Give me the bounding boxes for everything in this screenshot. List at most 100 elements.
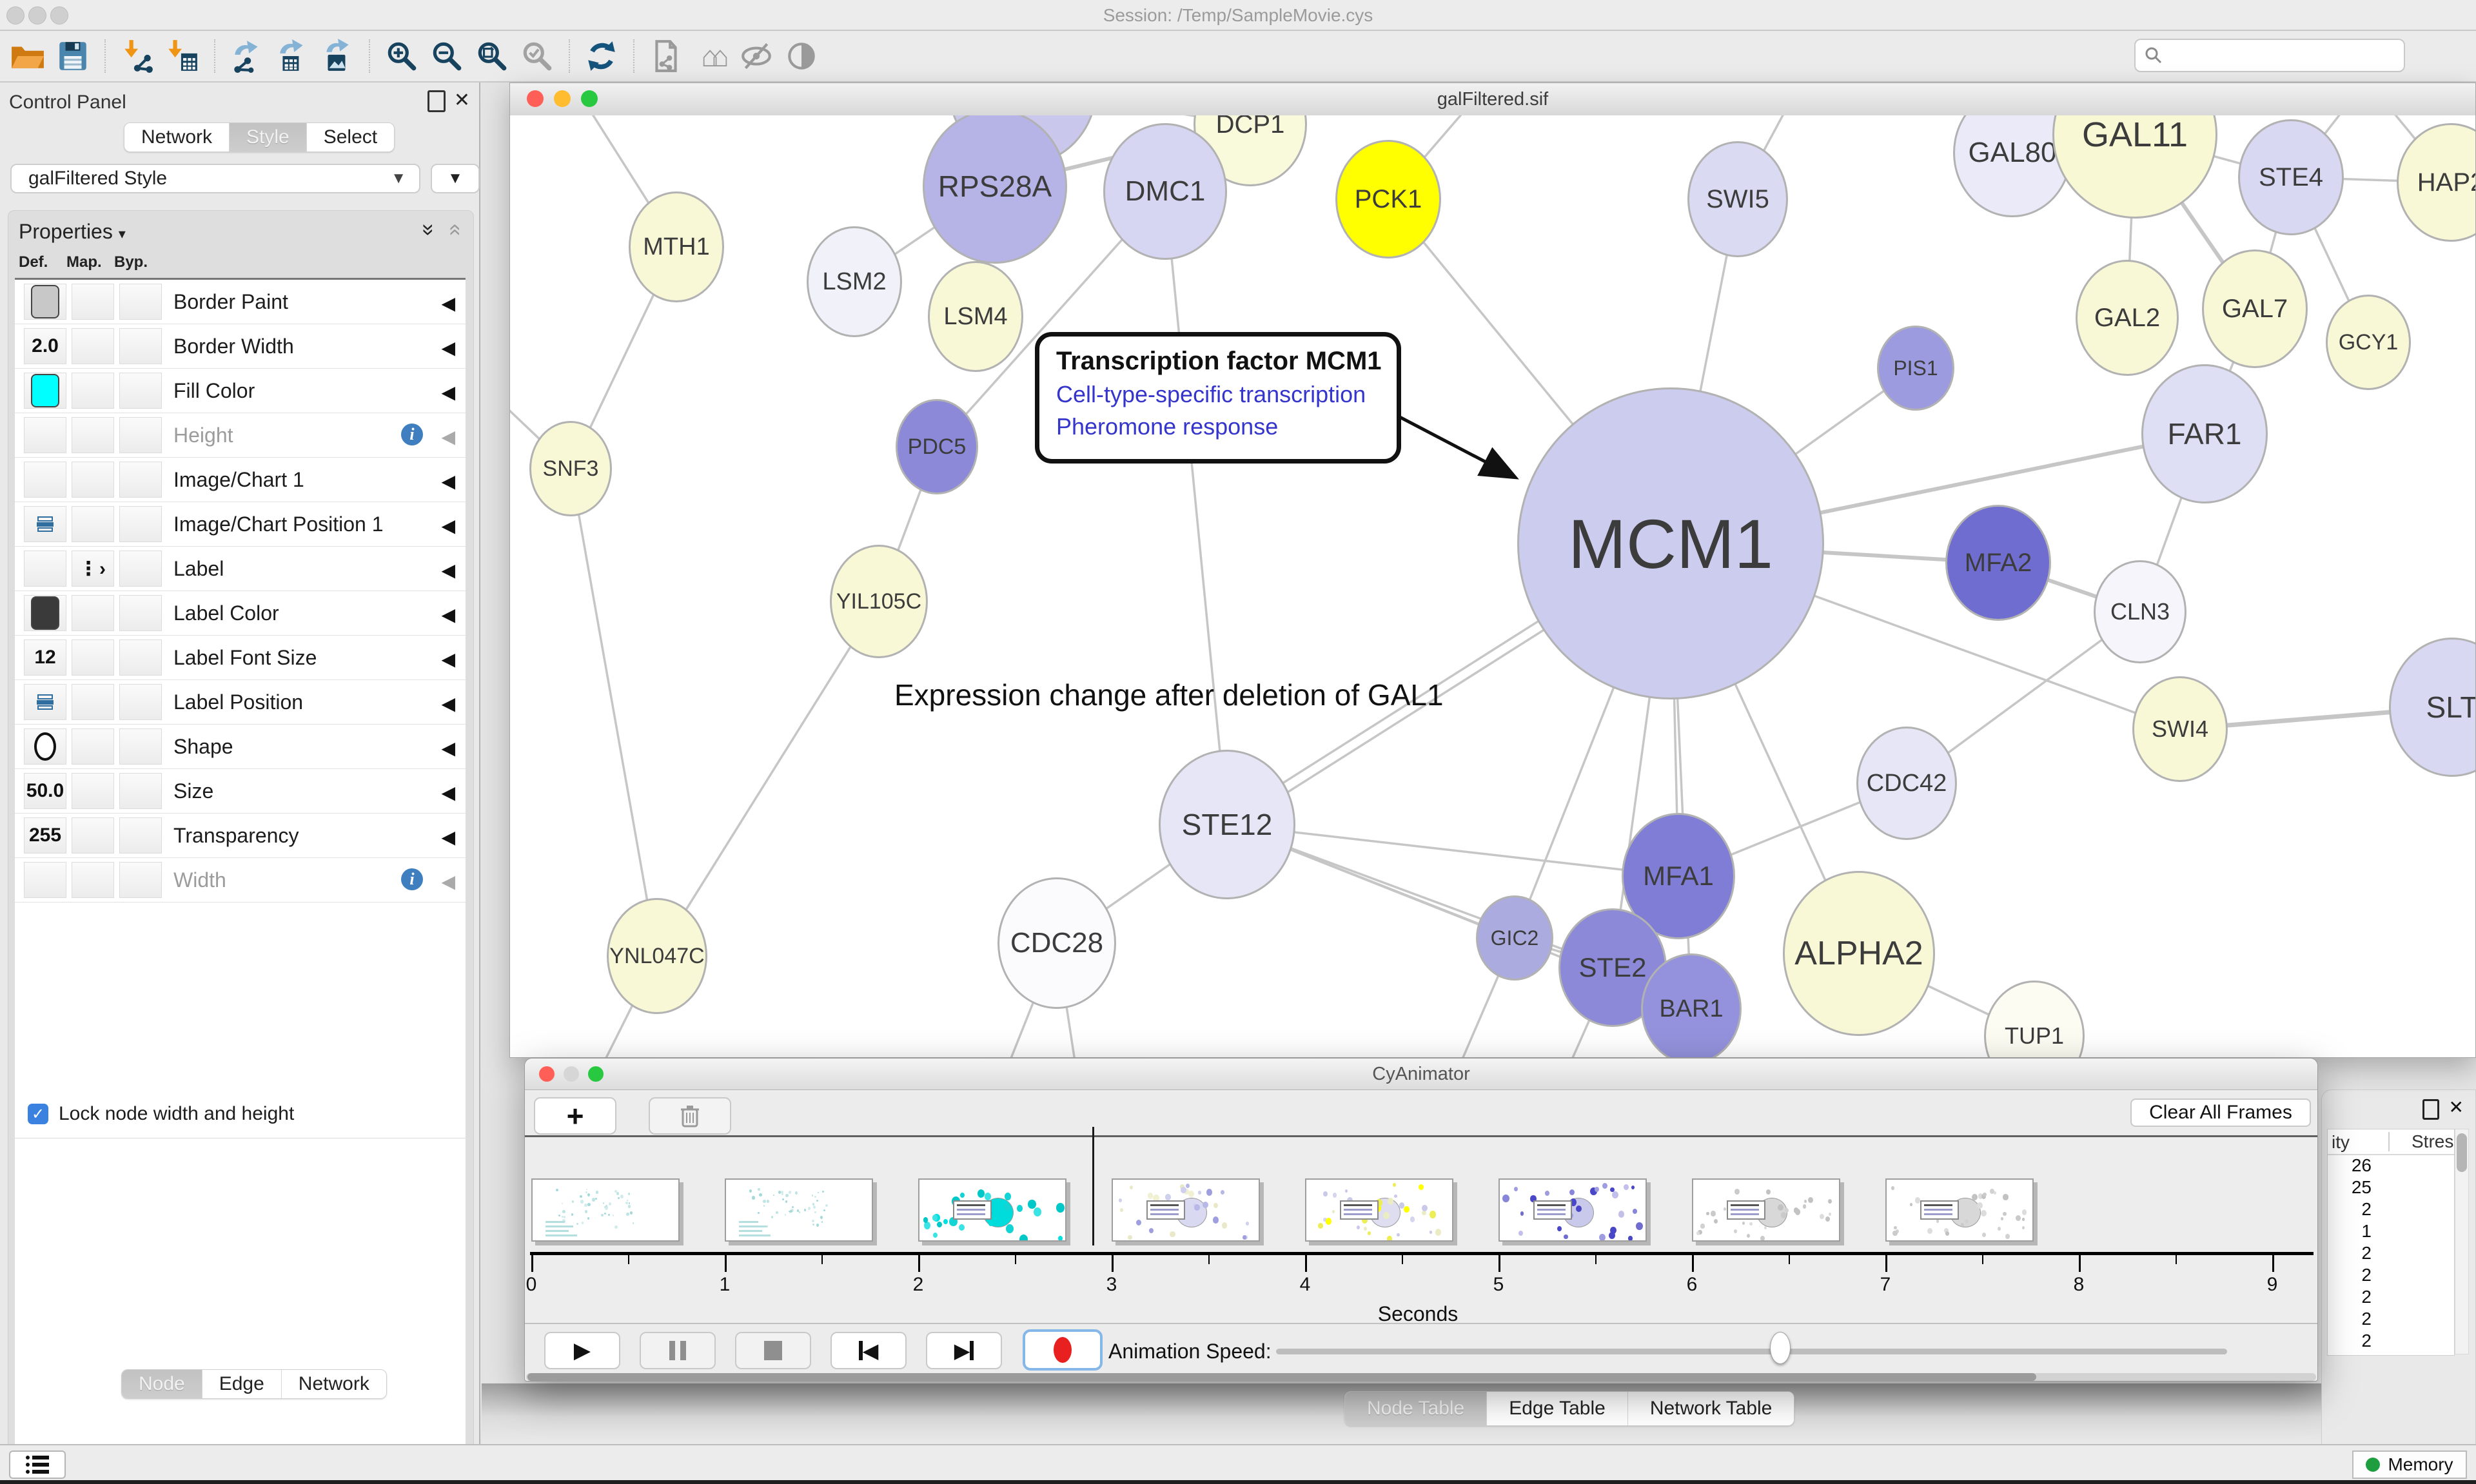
tab-network-table[interactable]: Network Table [1627, 1392, 1794, 1425]
zoom-in-icon[interactable] [383, 37, 420, 75]
property-row-image-chart-1[interactable]: Image/Chart 1◀ [15, 458, 466, 502]
default-cell[interactable] [24, 506, 66, 542]
table-scrollbar[interactable] [2455, 1129, 2469, 1354]
bypass-cell[interactable] [119, 373, 162, 409]
property-row-transparency[interactable]: 255Transparency◀ [15, 814, 466, 858]
style-selector[interactable]: galFiltered Style ▼ [10, 164, 420, 193]
cyanimator-titlebar[interactable]: CyAnimator [525, 1059, 2317, 1090]
default-cell[interactable]: 2.0 [24, 328, 66, 364]
mapping-cell[interactable] [72, 506, 114, 542]
expand-row-icon[interactable]: ◀ [441, 293, 455, 314]
contrast-icon[interactable] [783, 37, 820, 75]
frame-thumbnail-2[interactable] [918, 1178, 1066, 1242]
default-cell[interactable]: 50.0 [24, 773, 66, 809]
stop-button[interactable] [735, 1332, 811, 1369]
network-node-BAR1[interactable]: BAR1 [1641, 953, 1742, 1057]
expand-row-icon[interactable]: ◀ [441, 426, 455, 447]
task-history-button[interactable] [9, 1450, 66, 1479]
network-node-LSM2[interactable]: LSM2 [807, 226, 902, 337]
table-row[interactable]: 1 [2328, 1221, 2454, 1243]
animator-timeline[interactable]: 0123456789 Seconds [525, 1137, 2317, 1323]
add-frame-button[interactable]: + [534, 1097, 616, 1135]
network-node-TUP1[interactable]: TUP1 [1984, 981, 2085, 1057]
bypass-cell[interactable] [119, 684, 162, 720]
network-node-GAL11[interactable]: GAL11 [2052, 115, 2217, 219]
mapping-cell[interactable] [72, 462, 114, 498]
default-cell[interactable]: 255 [24, 817, 66, 854]
mapping-cell[interactable] [72, 862, 114, 898]
expand-row-icon[interactable]: ◀ [441, 737, 455, 759]
network-node-CDC28[interactable]: CDC28 [997, 877, 1116, 1009]
refresh-icon[interactable] [583, 37, 620, 75]
hide-details-icon[interactable] [738, 37, 775, 75]
collapse-all-icon[interactable]: » [416, 224, 441, 236]
info-icon[interactable]: i [401, 868, 423, 890]
bypass-cell[interactable] [119, 773, 162, 809]
annotation-link[interactable]: Pheromone response [1056, 413, 1390, 440]
table-row[interactable]: 2 [2328, 1331, 2454, 1352]
tab-node[interactable]: Node [122, 1370, 202, 1398]
table-row[interactable]: 2 [2328, 1265, 2454, 1287]
bundle-icon[interactable]: ⌂⌂ [693, 37, 730, 75]
default-cell[interactable] [24, 462, 66, 498]
mapping-cell[interactable] [72, 773, 114, 809]
default-cell[interactable]: 12 [24, 639, 66, 676]
property-row-shape[interactable]: Shape◀ [15, 725, 466, 769]
expand-row-icon[interactable]: ◀ [441, 337, 455, 358]
network-node-ALPHA2[interactable]: ALPHA2 [1783, 871, 1935, 1036]
bypass-cell[interactable] [119, 462, 162, 498]
property-row-label-color[interactable]: Label Color◀ [15, 591, 466, 636]
properties-header[interactable]: Properties ▾ [19, 220, 126, 244]
property-row-width[interactable]: Widthi◀ [15, 858, 466, 903]
frame-thumbnail-4[interactable] [1305, 1178, 1453, 1242]
frame-thumbnail-3[interactable] [1112, 1178, 1260, 1242]
mapping-cell[interactable]: ⋮› [72, 551, 114, 587]
network-node-YNL047C[interactable]: YNL047C [607, 898, 707, 1014]
property-row-label-position[interactable]: Label Position◀ [15, 680, 466, 725]
network-node-DMC1[interactable]: DMC1 [1103, 123, 1227, 260]
property-row-height[interactable]: Heighti◀ [15, 413, 466, 458]
expand-row-icon[interactable]: ◀ [441, 560, 455, 581]
close-panel-icon[interactable]: ✕ [454, 89, 470, 112]
zoom-out-icon[interactable] [428, 37, 466, 75]
clear-all-frames-button[interactable]: Clear All Frames [2130, 1098, 2311, 1127]
bypass-cell[interactable] [119, 639, 162, 676]
network-node-HAP2[interactable]: HAP2 [2397, 123, 2475, 242]
expand-row-icon[interactable]: ◀ [441, 693, 455, 714]
tab-network[interactable]: Network [124, 123, 229, 151]
animation-speed-handle[interactable] [1770, 1332, 1791, 1364]
float-panel-icon[interactable] [427, 90, 446, 112]
delete-frame-button[interactable] [649, 1097, 731, 1135]
network-node-PDC5[interactable]: PDC5 [896, 399, 978, 494]
network-node-CDC42[interactable]: CDC42 [1856, 727, 1957, 840]
property-row-label[interactable]: ⋮›Label◀ [15, 547, 466, 591]
table-row[interactable]: 26 [2328, 1155, 2454, 1177]
frame-thumbnail-7[interactable] [1885, 1178, 2034, 1242]
bypass-cell[interactable] [119, 328, 162, 364]
mapping-cell[interactable] [72, 684, 114, 720]
tab-node-table[interactable]: Node Table [1345, 1392, 1486, 1425]
animation-speed-slider[interactable] [1276, 1349, 2227, 1354]
mapping-cell[interactable] [72, 417, 114, 453]
record-button[interactable] [1023, 1329, 1103, 1371]
table-row[interactable]: 25 [2328, 1177, 2454, 1199]
mapping-cell[interactable] [72, 373, 114, 409]
expand-row-icon[interactable]: ◀ [441, 782, 455, 803]
default-cell[interactable] [24, 684, 66, 720]
network-node-SWI4[interactable]: SWI4 [2132, 676, 2228, 782]
default-cell[interactable] [24, 373, 66, 409]
bypass-cell[interactable] [119, 728, 162, 765]
style-options-button[interactable]: ▼ [431, 164, 480, 193]
network-node-YIL105C[interactable]: YIL105C [830, 545, 928, 658]
lock-checkbox[interactable]: ✓ [28, 1104, 48, 1124]
table-row[interactable]: 2 [2328, 1287, 2454, 1309]
table-row[interactable]: 2 [2328, 1243, 2454, 1265]
frame-thumbnail-0[interactable] [531, 1178, 680, 1242]
default-cell[interactable] [24, 728, 66, 765]
bypass-cell[interactable] [119, 817, 162, 854]
tab-style[interactable]: Style [229, 123, 306, 151]
network-node-GCY1[interactable]: GCY1 [2326, 295, 2411, 390]
property-row-size[interactable]: 50.0Size◀ [15, 769, 466, 814]
property-row-fill-color[interactable]: Fill Color◀ [15, 369, 466, 413]
pause-button[interactable] [640, 1332, 716, 1369]
